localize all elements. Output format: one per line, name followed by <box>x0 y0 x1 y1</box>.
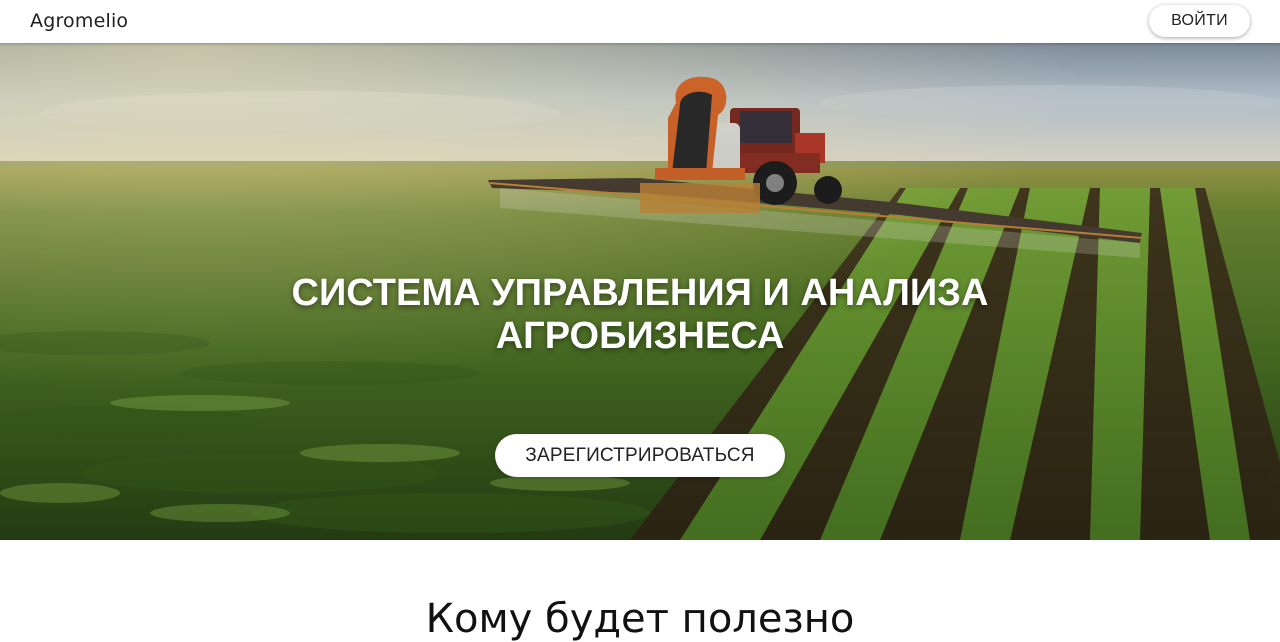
hero-title-line-1: СИСТЕМА УПРАВЛЕНИЯ И АНАЛИЗА <box>291 272 989 314</box>
login-button[interactable]: ВОЙТИ <box>1149 5 1250 37</box>
section-title: Кому будет полезно <box>425 596 855 642</box>
hero-title-line-2: АГРОБИЗНЕСА <box>495 315 785 357</box>
hero-banner: СИСТЕМА УПРАВЛЕНИЯ И АНАЛИЗА АГРОБИЗНЕСА… <box>0 43 1280 540</box>
logo[interactable]: Agromelio <box>30 10 128 32</box>
top-navbar: Agromelio ВОЙТИ <box>0 0 1280 43</box>
hero-title: СИСТЕМА УПРАВЛЕНИЯ И АНАЛИЗА АГРОБИЗНЕСА <box>0 272 1280 358</box>
register-button[interactable]: ЗАРЕГИСТРИРОВАТЬСЯ <box>495 434 785 477</box>
